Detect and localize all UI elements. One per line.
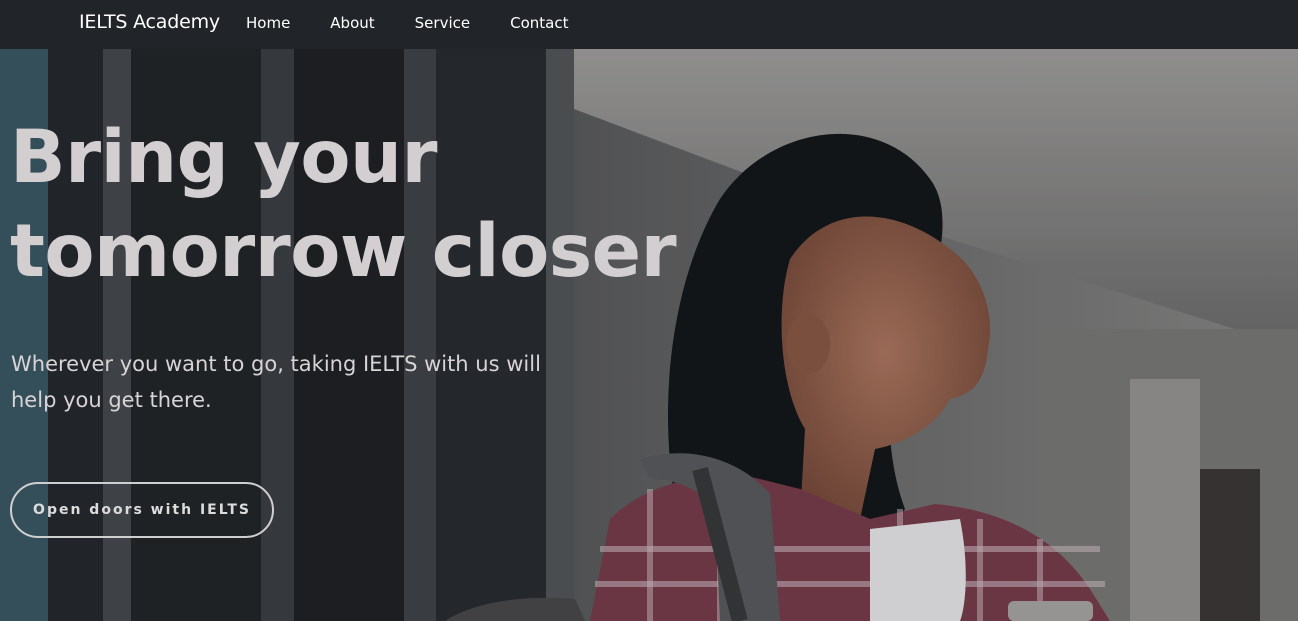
brand-logo-link[interactable]: IELTS Academy [79, 11, 220, 33]
hero-subtitle: Wherever you want to go, taking IELTS wi… [11, 352, 541, 412]
open-doors-button[interactable]: Open doors with IELTS [10, 482, 274, 538]
nav-link-about[interactable]: About [330, 13, 374, 33]
nav-link-home[interactable]: Home [246, 13, 290, 33]
nav-links: Home About Service Contact [246, 13, 608, 33]
hero-section: Bring your tomorrow closer Wherever you … [0, 49, 1298, 621]
nav-link-service[interactable]: Service [415, 13, 470, 33]
hero-title: Bring your tomorrow closer [10, 115, 677, 294]
nav-link-contact[interactable]: Contact [510, 13, 568, 33]
top-navbar: IELTS Academy Home About Service Contact [0, 0, 1298, 49]
